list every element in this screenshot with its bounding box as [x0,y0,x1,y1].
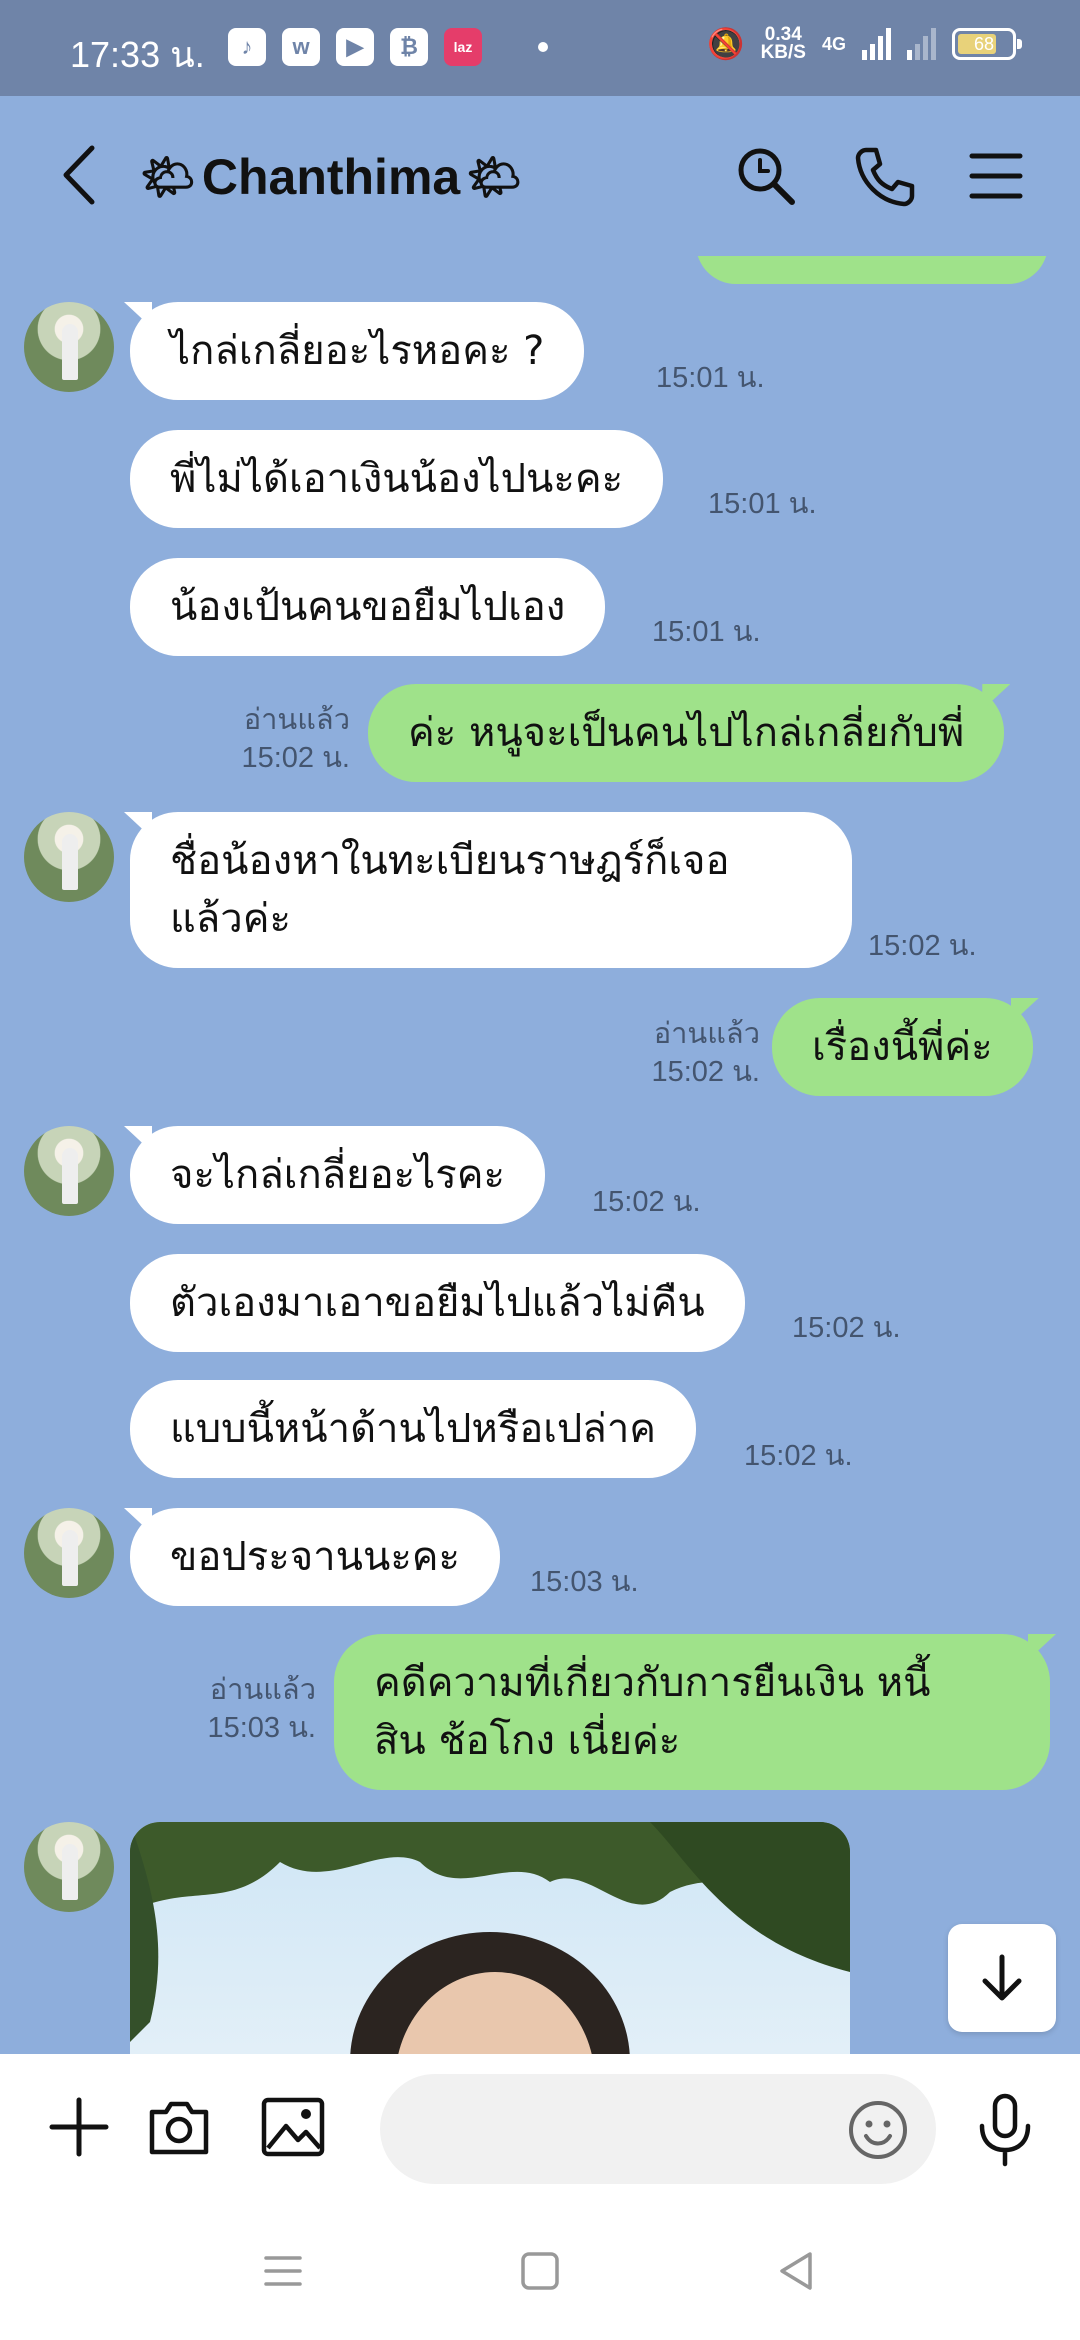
read-receipt: อ่านแล้ว [243,704,350,736]
composer-bar [0,2054,1080,2202]
message-bubble-incoming: จะไกล่เกลี่ยอะไรคะ [130,1126,545,1224]
chat-title[interactable]: 🌤 Chanthima 🌤 [140,148,522,206]
w-icon: w [282,28,320,66]
message-bubble-incoming: น้องเป้นคนขอยืมไปเอง [130,558,606,656]
back-nav-icon[interactable] [772,2246,822,2296]
signal-strength-icon [862,28,891,60]
message-time: 15:02 น. [592,1186,701,1218]
sun-icon: 🌤 [466,153,523,202]
message-bubble-incoming: แบบนี้หน้าด้านไปหรือเปล่าค [130,1380,697,1478]
message-time: 15:02 น. [651,1056,760,1088]
previous-message-bubble [696,256,1048,284]
signal-strength-2-icon [907,28,936,60]
message-time: 15:02 น. [744,1440,853,1472]
message-bubble-incoming: ตัวเองมาเอาขอยืมไปแล้วไม่คืน [130,1254,745,1352]
avatar[interactable] [24,812,114,902]
battery-level: 68 [973,33,995,54]
more-notifications-dot-icon [538,42,548,52]
message-time: 15:03 น. [207,1712,316,1744]
youtube-icon: ▶ [336,28,374,66]
message-bubble-outgoing: เรื่องนี้พี่ค่ะ [772,998,1033,1096]
back-icon[interactable] [52,140,112,210]
message-time: 15:01 น. [652,616,761,648]
message-bubble-incoming: ไกล่เกลี่ยอะไรหอคะ ? [130,302,585,400]
network-type: 4G [821,33,846,54]
message-bubble-outgoing: คดีความที่เกี่ยวกับการยืนเงิน หนี้ สิน ช… [334,1634,1050,1790]
camera-icon[interactable] [144,2092,214,2162]
message-time: 15:02 น. [241,742,350,774]
chat-header: 🌤 Chanthima 🌤 [0,96,1080,256]
message-list[interactable]: ไกล่เกลี่ยอะไรหอคะ ? 15:01 น. พี่ไม่ได้เ… [0,256,1080,2054]
status-time: 17:33 น. [70,34,205,75]
home-icon[interactable] [515,2246,565,2296]
message-bubble-incoming: ชื่อน้องหาในทะเบียนราษฎร์ก็เจอ แล้วค่ะ [130,812,852,968]
message-bubble-outgoing: ค่ะ หนูจะเป็นคนไปไกล่เกลี่ยกับพี่ [368,684,1005,782]
arrow-down-icon [982,1954,1022,2001]
avatar[interactable] [24,302,114,392]
system-navigation-bar [0,2202,1080,2340]
laz-icon: laz [444,28,482,66]
gallery-icon[interactable] [258,2092,328,2162]
read-receipt: อ่านแล้ว [653,1018,760,1050]
message-time: 15:01 น. [656,362,765,394]
microphone-icon[interactable] [970,2092,1040,2168]
network-speed: 0.34 KB/S [760,25,806,63]
menu-icon[interactable] [964,144,1028,208]
recent-apps-icon[interactable] [258,2246,308,2296]
phone-icon[interactable] [852,144,916,208]
lazada-b-icon: ₿ [390,28,428,66]
plus-icon[interactable] [44,2092,114,2162]
message-time: 15:02 น. [868,930,977,962]
tiktok-icon: ♪ [228,28,266,66]
battery-icon: 68 [952,28,1022,60]
message-bubble-incoming: ขอประจานนะคะ [130,1508,501,1606]
notification-icons: ♪ w ▶ ₿ laz [228,28,548,66]
read-receipt: อ่านแล้ว [209,1674,316,1706]
mute-bell-icon: 🔕 [707,26,745,62]
message-bubble-incoming: พี่ไม่ได้เอาเงินน้องไปนะคะ [130,430,664,528]
network-speed-unit: KB/S [760,42,806,63]
avatar[interactable] [24,1126,114,1216]
contact-name: Chanthima [201,149,461,205]
message-time: 15:03 น. [530,1566,639,1598]
avatar[interactable] [24,1508,114,1598]
message-time: 15:02 น. [792,1312,901,1344]
message-time: 15:01 น. [708,488,817,520]
avatar[interactable] [24,1822,114,1912]
scroll-to-bottom-button[interactable] [948,1924,1056,2032]
search-icon[interactable] [734,144,798,208]
status-bar: 17:33 น. ♪ w ▶ ₿ laz 🔕 0.34 KB/S 4G 68 [0,0,1080,96]
sun-icon: 🌤 [140,153,196,202]
emoji-icon[interactable] [846,2098,910,2162]
